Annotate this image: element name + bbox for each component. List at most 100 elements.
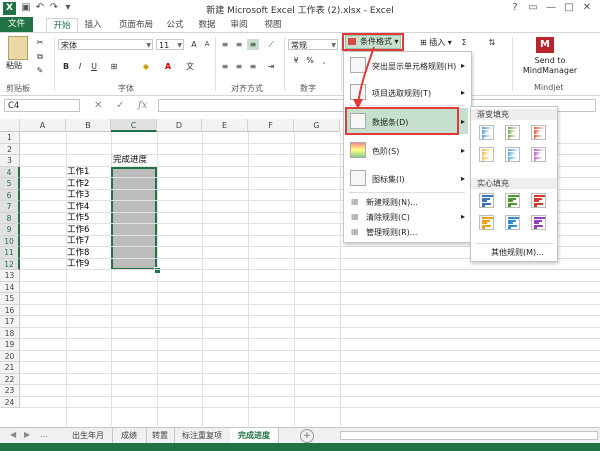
row-header[interactable]: 7	[0, 201, 20, 213]
paste-label[interactable]: 粘贴	[6, 60, 22, 71]
row-header[interactable]: 6	[0, 189, 20, 201]
send-to-label-2[interactable]: MindManager	[514, 66, 586, 75]
row-header[interactable]: 5	[0, 178, 20, 190]
percent-icon[interactable]: %	[304, 55, 316, 66]
menu-item-color-scales[interactable]: 色阶(S)	[372, 146, 399, 157]
gradient-data-bar-option[interactable]	[531, 147, 546, 162]
row-header[interactable]: 2	[0, 143, 20, 155]
align-center-icon[interactable]: ≡	[233, 61, 245, 72]
tab-page-layout[interactable]: 页面布局	[112, 18, 160, 32]
row-header[interactable]: 14	[0, 281, 20, 293]
column-header-d[interactable]: D	[157, 119, 202, 132]
align-middle-icon[interactable]: ≡	[233, 39, 245, 50]
tab-review[interactable]: 审阅	[226, 18, 252, 32]
row-header[interactable]: 22	[0, 373, 20, 385]
add-sheet-icon[interactable]: +	[300, 429, 314, 443]
row-header[interactable]: 11	[0, 247, 20, 259]
row-header[interactable]: 4	[0, 166, 20, 178]
row-header[interactable]: 17	[0, 316, 20, 328]
copy-icon[interactable]: ⧉	[34, 51, 46, 62]
tab-view[interactable]: 视图	[260, 18, 286, 32]
solid-data-bar-option[interactable]	[505, 215, 520, 230]
gradient-data-bar-option[interactable]	[531, 125, 546, 140]
row-header[interactable]: 12	[0, 258, 20, 270]
cancel-icon[interactable]: ✕	[94, 99, 102, 112]
tab-file[interactable]: 文件	[0, 17, 33, 32]
italic-icon[interactable]: I	[74, 61, 86, 72]
align-right-icon[interactable]: ≡	[247, 61, 259, 72]
row-header[interactable]: 16	[0, 304, 20, 316]
mindmanager-icon[interactable]: M	[536, 37, 554, 53]
underline-icon[interactable]: U	[88, 61, 100, 72]
menu-item-new-rule[interactable]: 新建规则(N)...	[366, 197, 418, 208]
enter-icon[interactable]: ✓	[116, 99, 124, 112]
row-header[interactable]: 15	[0, 293, 20, 305]
cell-c3-header[interactable]: 完成进度	[113, 155, 147, 166]
menu-item-clear-rules[interactable]: 清除规则(C)	[366, 212, 410, 223]
cut-icon[interactable]: ✂	[34, 37, 46, 48]
gradient-data-bar-option[interactable]	[479, 125, 494, 140]
indent-icon[interactable]: ⇥	[265, 61, 277, 72]
column-header-f[interactable]: F	[248, 119, 294, 132]
gradient-data-bar-option[interactable]	[479, 147, 494, 162]
row-header[interactable]: 21	[0, 362, 20, 374]
scroll-sheets-left-icon[interactable]: ◀	[10, 430, 16, 439]
column-header-g[interactable]: G	[294, 119, 340, 132]
column-header-e[interactable]: E	[202, 119, 248, 132]
tab-data[interactable]: 数据	[194, 18, 220, 32]
maximize-button[interactable]: □	[560, 1, 578, 15]
solid-data-bar-option[interactable]	[479, 215, 494, 230]
minimize-button[interactable]: —	[542, 1, 560, 15]
comma-icon[interactable]: ,	[318, 55, 330, 66]
grow-font-icon[interactable]: A	[188, 39, 200, 50]
orientation-icon[interactable]: ⟋	[265, 39, 277, 50]
select-all-corner[interactable]	[0, 119, 20, 132]
row-header[interactable]: 1	[0, 132, 20, 144]
row-header[interactable]: 20	[0, 350, 20, 362]
row-header[interactable]: 10	[0, 235, 20, 247]
name-box[interactable]: C4	[4, 99, 80, 112]
row-header[interactable]: 13	[0, 270, 20, 282]
autosum-icon[interactable]: Σ	[458, 37, 470, 48]
row-header[interactable]: 9	[0, 224, 20, 236]
align-bottom-icon[interactable]: ≡	[247, 39, 259, 50]
align-top-icon[interactable]: ≡	[219, 39, 231, 50]
row-header[interactable]: 3	[0, 155, 20, 167]
tab-insert[interactable]: 插入	[80, 18, 106, 32]
column-header-b[interactable]: B	[66, 119, 111, 132]
phonetic-icon[interactable]: 文	[184, 61, 196, 72]
gradient-data-bar-option[interactable]	[505, 125, 520, 140]
shrink-font-icon[interactable]: A	[201, 39, 213, 50]
format-painter-icon[interactable]: ✎	[34, 65, 46, 76]
number-format-select[interactable]: 常规 ▼	[288, 39, 338, 50]
sheet-tab[interactable]: 转置	[146, 428, 175, 443]
more-sheets-icon[interactable]: …	[40, 430, 48, 439]
row-header[interactable]: 24	[0, 396, 20, 408]
font-size-select[interactable]: 11 ▼	[156, 39, 184, 50]
column-header-a[interactable]: A	[20, 119, 66, 132]
menu-item-highlight-rules[interactable]: 突出显示单元格规则(H)	[372, 61, 456, 72]
menu-item-more-rules[interactable]: 其他规则(M)...	[491, 247, 544, 258]
currency-icon[interactable]: ¥	[290, 55, 302, 66]
row-header[interactable]: 18	[0, 327, 20, 339]
align-left-icon[interactable]: ≡	[219, 61, 231, 72]
fill-color-icon[interactable]: ◆	[140, 61, 152, 72]
send-to-label-1[interactable]: Send to	[518, 56, 582, 65]
column-header-c[interactable]: C	[111, 119, 157, 132]
tab-formulas[interactable]: 公式	[162, 18, 188, 32]
insert-function-icon[interactable]: fx	[138, 99, 147, 112]
row-header[interactable]: 19	[0, 339, 20, 351]
insert-cells-button[interactable]: ⊞ 插入 ▾	[420, 37, 452, 48]
solid-data-bar-option[interactable]	[531, 215, 546, 230]
sheet-tab[interactable]: 标注重复项	[174, 428, 231, 443]
menu-item-top-bottom-rules[interactable]: 项目选取规则(T)	[372, 88, 431, 99]
close-button[interactable]: ✕	[578, 1, 596, 15]
row-header[interactable]: 8	[0, 212, 20, 224]
solid-data-bar-option[interactable]	[505, 193, 520, 208]
solid-data-bar-option[interactable]	[531, 193, 546, 208]
gradient-data-bar-option[interactable]	[505, 147, 520, 162]
paste-icon[interactable]	[8, 36, 28, 60]
sort-filter-icon[interactable]: ⇅	[486, 37, 498, 48]
bold-icon[interactable]: B	[60, 61, 72, 72]
menu-item-icon-sets[interactable]: 图标集(I)	[372, 174, 405, 185]
